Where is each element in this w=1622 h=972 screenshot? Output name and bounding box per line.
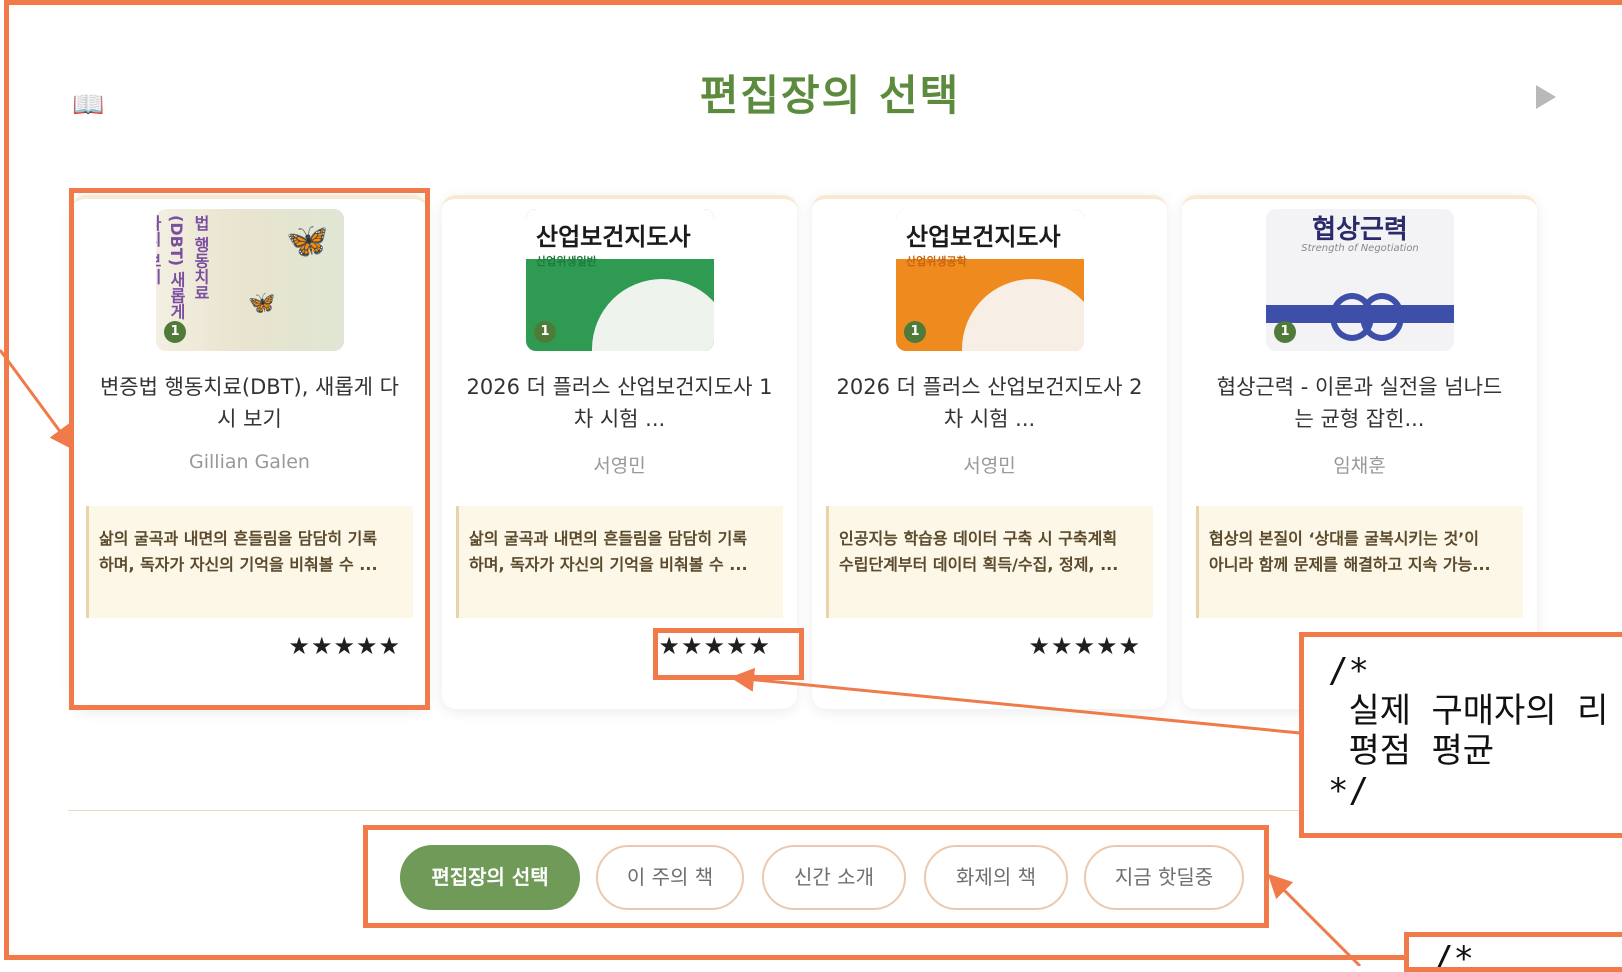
cover-subtitle: 산업위생공학 [906,255,967,268]
book-card[interactable]: 산업보건지도사 산업위생공학 1 2026 더 플러스 산업보건지도사 2차 시… [812,195,1167,709]
book-cover[interactable]: 산업보건지도사 산업위생일반 1 [526,209,714,351]
annotation-highlight-card [69,188,430,710]
book-author: 서영민 [593,455,646,477]
annotation-tabs-comment: /* [1404,932,1622,972]
book-author: 서영민 [963,455,1016,477]
annotation-rating-comment: /* 실제 구매자의 리 평점 평균 */ [1299,632,1622,838]
book-icon: 📖 [72,90,105,120]
book-description: 삶의 굴곡과 내면의 흔들림을 담담히 기록 하며, 독자가 자신의 기억을 비춰… [456,506,783,618]
rank-badge: 1 [904,321,926,343]
book-title[interactable]: 2026 더 플러스 산업보건지도사 2차 시험 ... [826,371,1153,435]
annotation-highlight-tabs [363,825,1269,928]
rank-badge: 1 [534,321,556,343]
cover-title: 산업보건지도사 [906,223,1061,251]
book-title[interactable]: 2026 더 플러스 산업보건지도사 1차 시험 ... [456,371,783,435]
book-description: 협상의 본질이 ‘상대를 굴복시키는 것’이 아니라 함께 문제를 해결하고 지속… [1196,506,1523,618]
book-author: 임채훈 [1333,455,1386,477]
rank-badge: 1 [1274,321,1296,343]
cover-subtitle: 산업위생일반 [536,255,597,268]
book-cover[interactable]: 협상근력 Strength of Negotiation 1 [1266,209,1454,351]
annotation-highlight-rating [653,628,804,680]
play-arrow-icon[interactable] [1536,85,1556,109]
book-title[interactable]: 협상근력 - 이론과 실전을 넘나드 는 균형 잡힌... [1196,371,1523,435]
section-title: 편집장의 선택 [699,71,961,120]
cover-subtitle: Strength of Negotiation [1301,243,1419,254]
cover-title: 산업보건지도사 [536,223,691,251]
cover-title: 협상근력 [1312,215,1408,245]
book-description: 인공지능 학습용 데이터 구축 시 구축계획 수립단계부터 데이터 획득/수집, … [826,506,1153,618]
book-cover[interactable]: 산업보건지도사 산업위생공학 1 [896,209,1084,351]
star-rating: ★★★★★ [1028,632,1141,660]
